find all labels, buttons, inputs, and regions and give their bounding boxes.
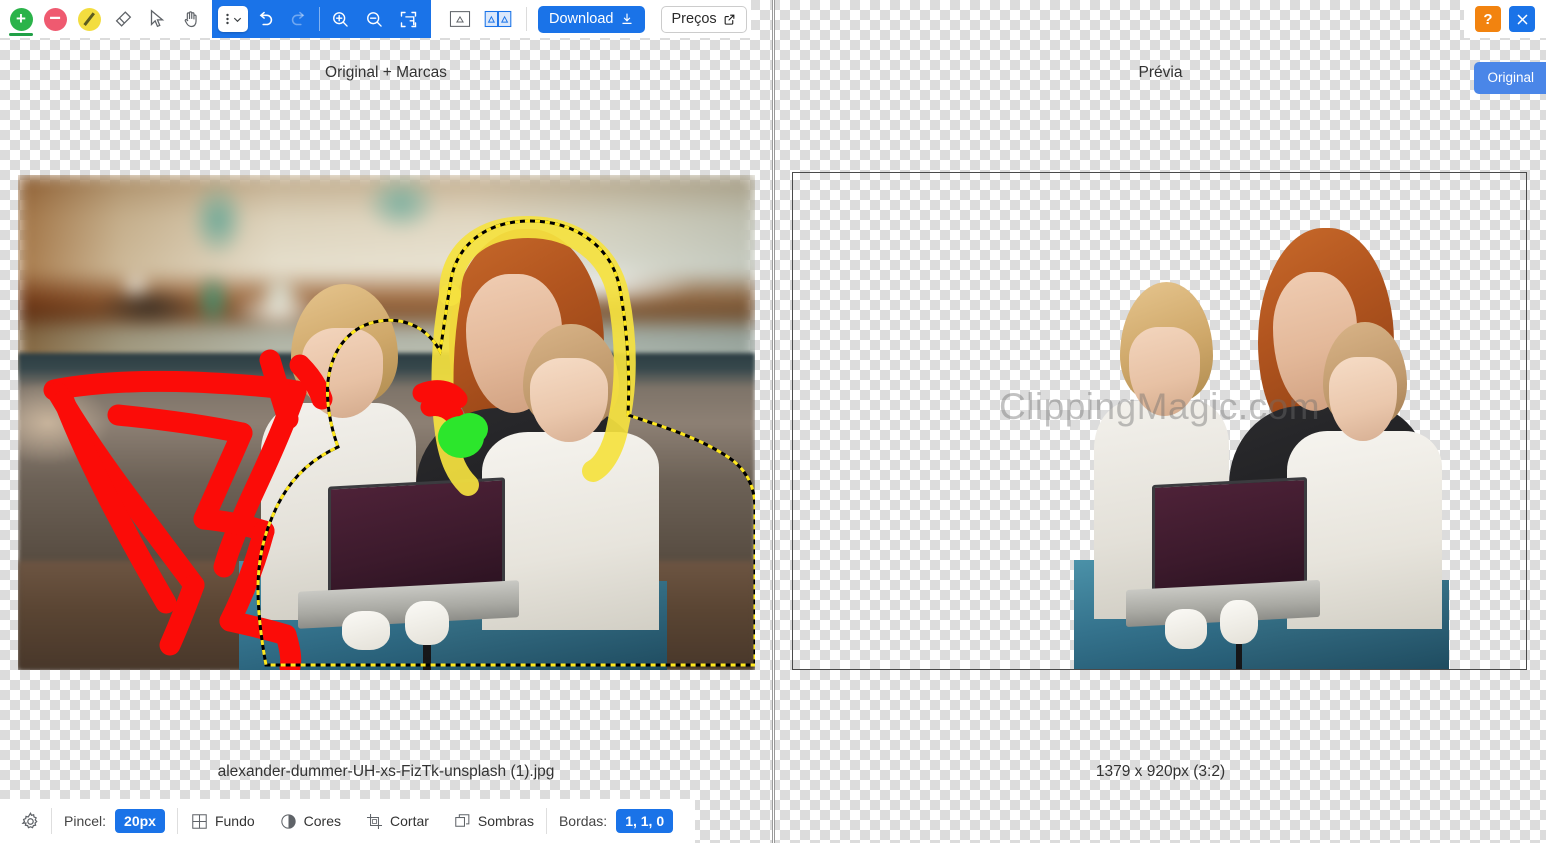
bottom-toolbar: Pincel: 20px Fundo Cores Cortar Sombras … <box>0 799 696 843</box>
zoom-out-icon <box>366 11 382 27</box>
toolbar-divider-2 <box>526 7 527 31</box>
pricing-label: Preços <box>671 11 717 27</box>
undo-button[interactable] <box>248 0 282 38</box>
colors-button[interactable]: Cores <box>267 799 353 843</box>
borders-label: Bordas: <box>558 813 608 829</box>
shadows-button[interactable]: Sombras <box>441 799 546 843</box>
borders-group: Bordas: 1, 1, 0 <box>547 799 685 843</box>
background-label: Fundo <box>214 813 255 829</box>
colors-label: Cores <box>303 813 342 829</box>
view-single-button[interactable] <box>443 0 477 38</box>
close-button[interactable] <box>1509 6 1535 32</box>
original-preview-tab[interactable]: Original <box>1474 62 1546 94</box>
shadows-label: Sombras <box>477 813 534 829</box>
pricing-button[interactable]: Preços <box>660 5 747 33</box>
brush-size-value[interactable]: 20px <box>115 809 165 833</box>
eraser-tool[interactable] <box>106 0 140 38</box>
cursor-arrow-icon <box>150 9 165 28</box>
hairline-tool[interactable] <box>72 0 106 38</box>
borders-value[interactable]: 1, 1, 0 <box>616 809 674 833</box>
source-photo <box>18 175 755 670</box>
half-circle-colors-icon <box>280 813 296 829</box>
shadows-icon <box>455 813 470 827</box>
grid-background-icon <box>192 813 207 829</box>
gear-icon <box>21 811 38 829</box>
zoom-in-button[interactable] <box>323 0 357 38</box>
pointer-tool[interactable] <box>140 0 174 38</box>
left-pane-title: Original + Marcas <box>325 64 447 81</box>
hand-icon <box>184 11 197 28</box>
redo-button[interactable] <box>282 0 316 38</box>
redo-icon <box>291 11 305 26</box>
right-pane-caption: 1379 x 920px (3:2) <box>1095 763 1226 780</box>
remove-background-tool[interactable]: − <box>38 0 72 38</box>
pane-divider[interactable] <box>772 0 775 843</box>
cutout-preview <box>881 173 1526 669</box>
original-with-marks-canvas[interactable] <box>18 175 755 670</box>
external-link-icon <box>724 14 735 25</box>
brush-size-group: Pincel: 20px <box>52 799 177 843</box>
pan-tool[interactable] <box>174 0 208 38</box>
eraser-icon <box>115 11 132 27</box>
split-pane-icon <box>484 10 512 28</box>
brush-label: Pincel: <box>64 813 107 829</box>
toolbar-divider <box>319 7 320 31</box>
download-button[interactable]: Download <box>538 5 645 33</box>
right-pane-title: Prévia <box>1138 64 1183 81</box>
download-label: Download <box>549 11 614 27</box>
zoom-in-icon <box>332 11 348 27</box>
download-icon <box>621 13 632 24</box>
view-split-button[interactable] <box>481 0 515 38</box>
fit-to-screen-button[interactable] <box>391 0 425 38</box>
clipping-magic-editor: + − Download Preços ? Original Original … <box>0 0 1546 843</box>
preview-canvas[interactable]: ClippingMagic.com <box>792 172 1527 670</box>
left-pane-caption: alexander-dummer-UH-xs-FizTk-unsplash (1… <box>217 763 555 780</box>
top-toolbar: + − Download Preços <box>0 0 751 38</box>
undo-icon <box>259 11 273 26</box>
help-button[interactable]: ? <box>1475 6 1501 32</box>
crop-button[interactable]: Cortar <box>353 799 441 843</box>
vertical-dots-icon <box>225 13 229 25</box>
tool-group-history-zoom <box>212 0 431 38</box>
window-controls: ? <box>1464 0 1546 38</box>
settings-button[interactable] <box>10 811 51 832</box>
add-foreground-tool[interactable]: + <box>4 0 38 38</box>
tool-group-brushes: + − <box>0 0 212 38</box>
single-pane-icon <box>449 11 471 27</box>
chevron-down-icon <box>233 17 241 22</box>
tool-group-view-actions: Download Preços <box>431 0 751 38</box>
crop-label: Cortar <box>390 813 429 829</box>
more-options-button[interactable] <box>218 6 248 32</box>
zoom-out-button[interactable] <box>357 0 391 38</box>
crop-icon <box>366 813 383 829</box>
background-button[interactable]: Fundo <box>178 799 267 843</box>
close-icon <box>1517 14 1527 24</box>
fit-to-screen-icon <box>400 11 416 27</box>
